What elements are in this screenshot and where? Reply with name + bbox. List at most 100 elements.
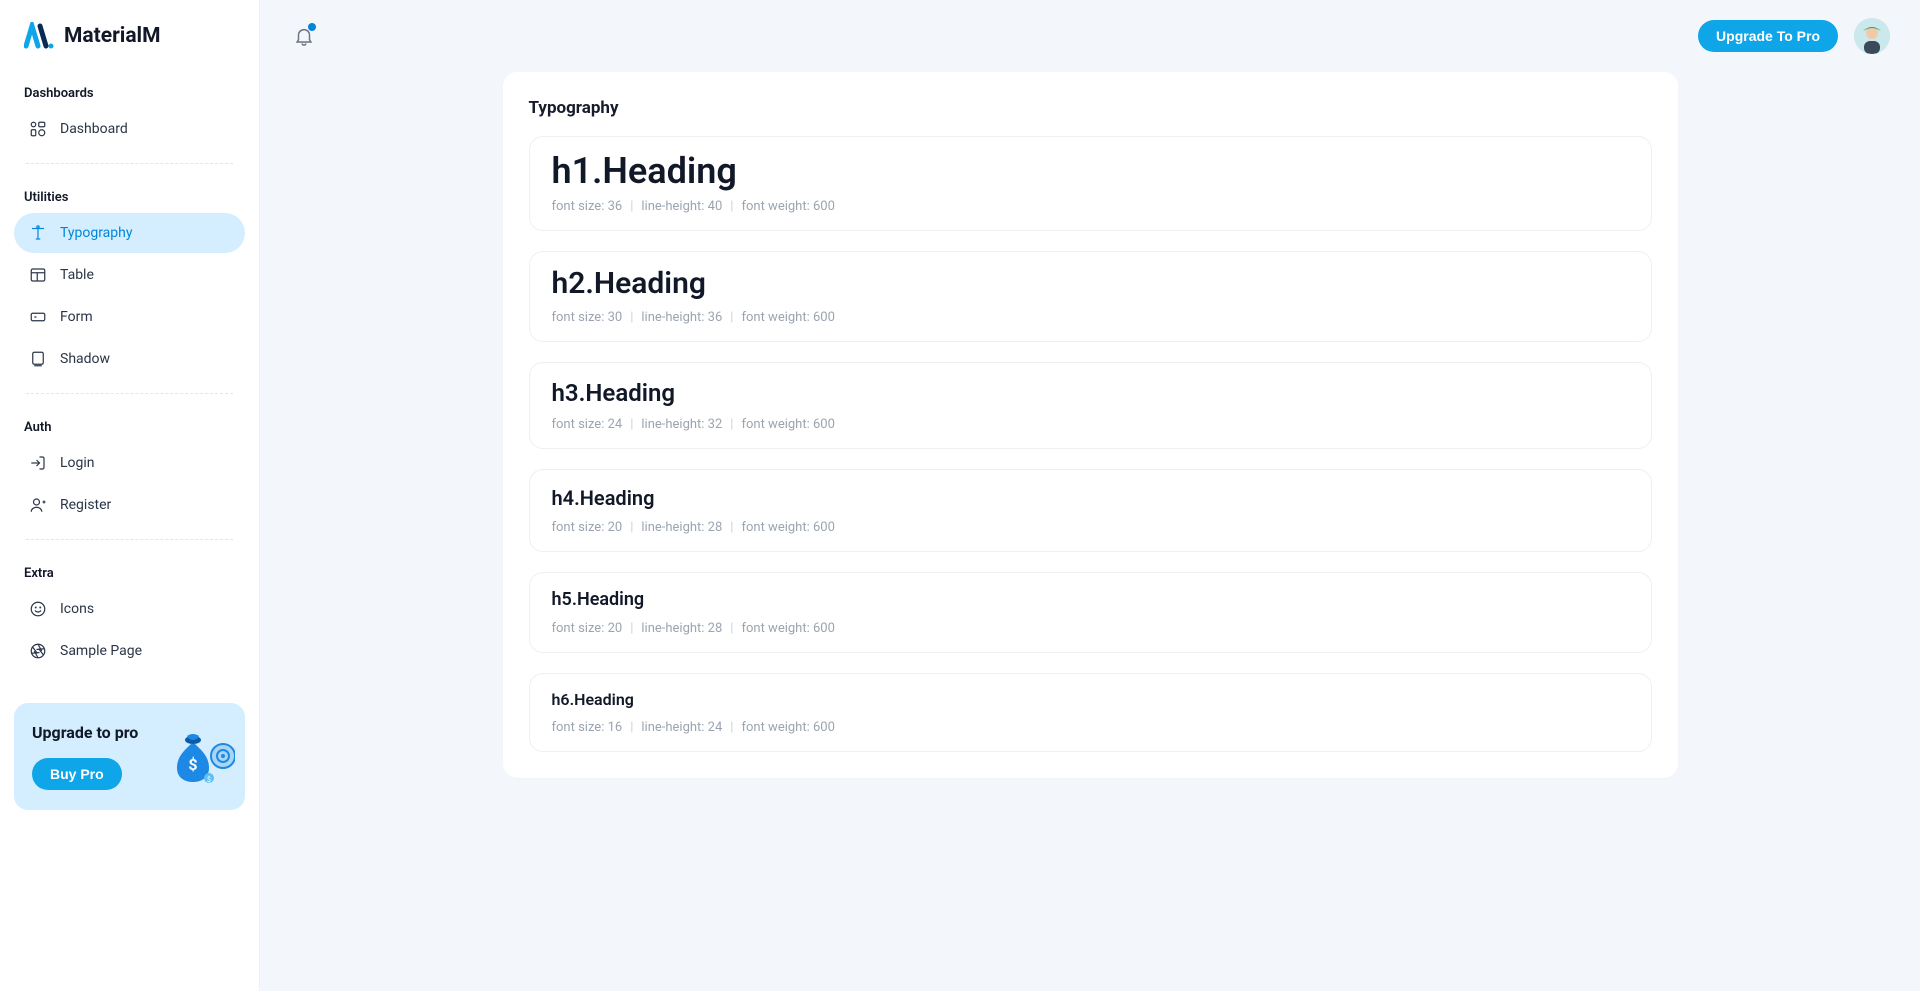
upgrade-to-pro-button[interactable]: Upgrade To Pro xyxy=(1698,20,1838,52)
heading-meta-size: font size: 24 xyxy=(552,417,623,432)
nav-divider xyxy=(26,539,233,540)
heading-label: h6.Heading xyxy=(552,688,1629,712)
brand-logo[interactable]: MaterialM xyxy=(0,0,259,74)
heading-meta: font size: 36 | line-height: 40 | font weigh… xyxy=(552,199,1629,214)
meta-separator: | xyxy=(730,417,733,432)
sidebar-item-sample-page[interactable]: Sample Page xyxy=(14,631,245,671)
sidebar-item-label: Typography xyxy=(60,225,132,241)
heading-meta-size: font size: 16 xyxy=(552,720,623,735)
table-icon xyxy=(28,265,48,285)
heading-meta-lh: line-height: 32 xyxy=(641,417,722,432)
heading-meta: font size: 24 | line-height: 32 | font weigh… xyxy=(552,417,1629,432)
heading-row: h5.Heading font size: 20 | line-height: 28 |… xyxy=(529,572,1652,653)
heading-meta: font size: 20 | line-height: 28 | font weigh… xyxy=(552,621,1629,636)
sidebar: MaterialM Dashboards Dashboard Utilities Ty… xyxy=(0,0,260,991)
meta-separator: | xyxy=(730,520,733,535)
nav-caption: Dashboards xyxy=(14,74,245,107)
meta-separator: | xyxy=(630,621,633,636)
form-icon xyxy=(28,307,48,327)
sidebar-item-label: Icons xyxy=(60,601,94,617)
sidebar-item-dashboard[interactable]: Dashboard xyxy=(14,109,245,149)
heading-row: h6.Heading font size: 16 | line-height: 24 |… xyxy=(529,673,1652,752)
brand-logo-icon xyxy=(24,22,54,50)
heading-meta-lh: line-height: 36 xyxy=(641,310,722,325)
heading-meta-size: font size: 20 xyxy=(552,520,623,535)
sidebar-item-register[interactable]: Register xyxy=(14,485,245,525)
main-area: Upgrade To Pro Typography h1.Heading font… xyxy=(260,0,1920,991)
money-bag-icon: $ $ xyxy=(171,726,235,786)
svg-text:$: $ xyxy=(188,755,197,774)
heading-meta-lh: line-height: 28 xyxy=(641,621,722,636)
heading-label: h3.Heading xyxy=(552,377,1629,409)
sidebar-item-label: Shadow xyxy=(60,351,110,367)
sidebar-item-table[interactable]: Table xyxy=(14,255,245,295)
nav-caption: Auth xyxy=(14,408,245,441)
heading-row: h3.Heading font size: 24 | line-height: 32 |… xyxy=(529,362,1652,449)
avatar-icon xyxy=(1854,18,1890,54)
heading-meta-lh: line-height: 40 xyxy=(641,199,722,214)
heading-meta-weight: font weight: 600 xyxy=(741,199,834,214)
upgrade-card: Upgrade to pro Buy Pro $ $ xyxy=(14,703,245,810)
sidebar-item-login[interactable]: Login xyxy=(14,443,245,483)
meta-separator: | xyxy=(630,520,633,535)
heading-meta-weight: font weight: 600 xyxy=(741,310,834,325)
buy-pro-button[interactable]: Buy Pro xyxy=(32,758,122,790)
login-icon xyxy=(28,453,48,473)
heading-meta: font size: 30|line-height: 36|font weigh… xyxy=(552,310,1629,325)
meta-separator: | xyxy=(730,621,733,636)
user-avatar[interactable] xyxy=(1854,18,1890,54)
heading-row: h1.Heading font size: 36 | line-height: 40 |… xyxy=(529,136,1652,231)
sidebar-item-label: Dashboard xyxy=(60,121,128,137)
sidebar-item-label: Form xyxy=(60,309,93,325)
sidebar-item-typography[interactable]: Typography xyxy=(14,213,245,253)
heading-label: h1.Heading xyxy=(552,151,1629,191)
heading-meta-weight: font weight: 600 xyxy=(741,621,834,636)
sidebar-item-label: Register xyxy=(60,497,111,513)
sidebar-item-label: Table xyxy=(60,267,94,283)
topbar: Upgrade To Pro xyxy=(260,0,1920,72)
meta-separator: | xyxy=(630,199,633,214)
dashboard-icon xyxy=(28,119,48,139)
sidebar-item-form[interactable]: Form xyxy=(14,297,245,337)
heading-meta-weight: font weight: 600 xyxy=(741,417,834,432)
typography-icon xyxy=(28,223,48,243)
notifications-button[interactable] xyxy=(290,22,318,50)
register-icon xyxy=(28,495,48,515)
sidebar-item-label: Login xyxy=(60,455,95,471)
nav-caption: Extra xyxy=(14,554,245,587)
meta-separator: | xyxy=(630,720,633,735)
brand-name: MaterialM xyxy=(64,24,161,48)
heading-label: h2.Heading xyxy=(552,266,1629,302)
heading-meta-weight: font weight: 600 xyxy=(741,720,834,735)
nav-divider xyxy=(26,393,233,394)
heading-meta-size: font size: 20 xyxy=(552,621,623,636)
heading-row: h4.Heading font size: 20 | line-height: 28 |… xyxy=(529,469,1652,552)
aperture-icon xyxy=(28,641,48,661)
sidebar-item-shadow[interactable]: Shadow xyxy=(14,339,245,379)
heading-meta: font size: 20 | line-height: 28 | font weigh… xyxy=(552,520,1629,535)
heading-meta: font size: 16 | line-height: 24 | font weigh… xyxy=(552,720,1629,735)
typography-card: Typography h1.Heading font size: 36 | line-… xyxy=(503,72,1678,778)
meta-separator: | xyxy=(730,310,733,325)
heading-label: h4.Heading xyxy=(552,484,1629,512)
meta-separator: | xyxy=(730,720,733,735)
meta-separator: | xyxy=(630,417,633,432)
heading-row: h2.Headingfont size: 30|line-height: 36|… xyxy=(529,251,1652,342)
svg-text:$: $ xyxy=(207,776,211,784)
shadow-icon xyxy=(28,349,48,369)
sidebar-item-label: Sample Page xyxy=(60,643,142,659)
page-title: Typography xyxy=(529,98,1652,118)
heading-label: h5.Heading xyxy=(552,587,1629,613)
notification-dot-icon xyxy=(308,23,316,31)
heading-meta-weight: font weight: 600 xyxy=(741,520,834,535)
sidebar-item-icons[interactable]: Icons xyxy=(14,589,245,629)
heading-meta-size: font size: 30 xyxy=(552,310,623,325)
smile-icon xyxy=(28,599,48,619)
heading-meta-lh: line-height: 24 xyxy=(641,720,722,735)
heading-meta-lh: line-height: 28 xyxy=(641,520,722,535)
meta-separator: | xyxy=(730,199,733,214)
upgrade-card-title: Upgrade to pro xyxy=(32,723,142,744)
nav-divider xyxy=(26,163,233,164)
nav-caption: Utilities xyxy=(14,178,245,211)
heading-meta-size: font size: 36 xyxy=(552,199,623,214)
